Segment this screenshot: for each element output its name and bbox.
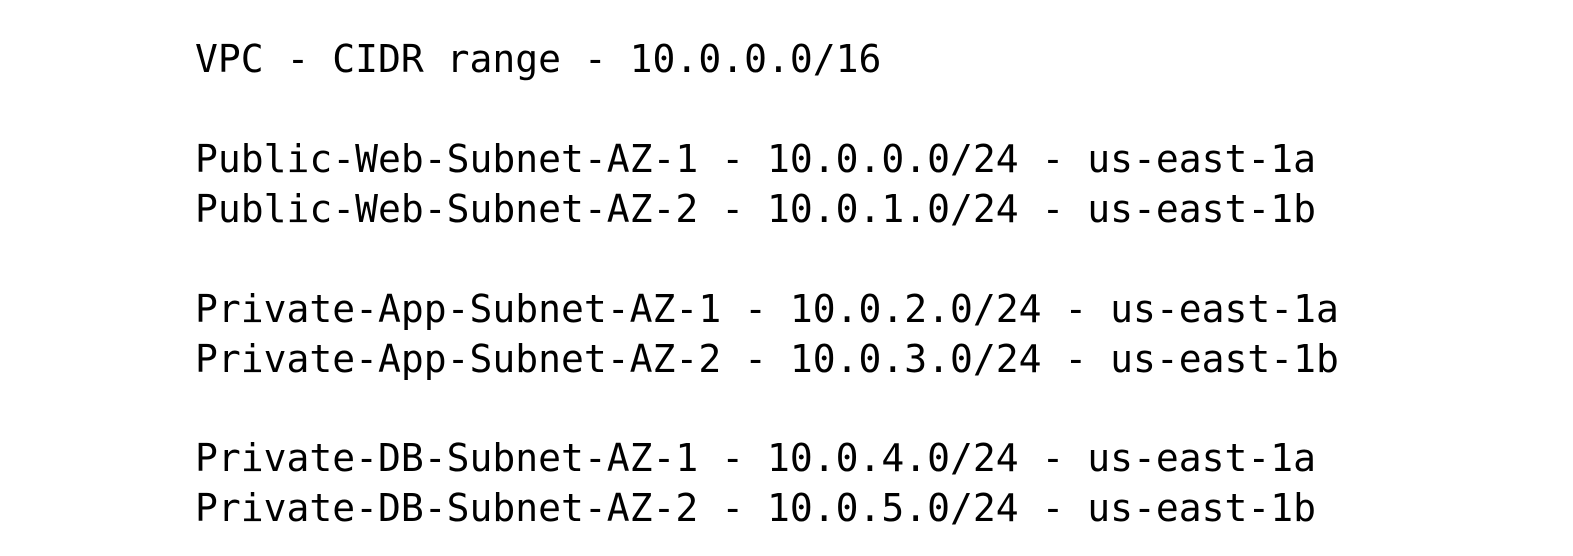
public-web-subnet-az1-line: Public-Web-Subnet-AZ-1 - 10.0.0.0/24 - u…	[195, 137, 1317, 181]
public-web-subnet-az2-line: Public-Web-Subnet-AZ-2 - 10.0.1.0/24 - u…	[195, 187, 1317, 231]
private-app-subnet-az1-line: Private-App-Subnet-AZ-1 - 10.0.2.0/24 - …	[195, 287, 1339, 331]
private-app-subnet-az2-line: Private-App-Subnet-AZ-2 - 10.0.3.0/24 - …	[195, 337, 1339, 381]
private-db-subnet-az2-line: Private-DB-Subnet-AZ-2 - 10.0.5.0/24 - u…	[195, 486, 1317, 530]
vpc-cidr-line: VPC - CIDR range - 10.0.0.0/16	[195, 37, 882, 81]
network-plan-document: VPC - CIDR range - 10.0.0.0/16 Public-We…	[195, 0, 1495, 530]
private-db-subnet-az1-line: Private-DB-Subnet-AZ-1 - 10.0.4.0/24 - u…	[195, 436, 1317, 480]
